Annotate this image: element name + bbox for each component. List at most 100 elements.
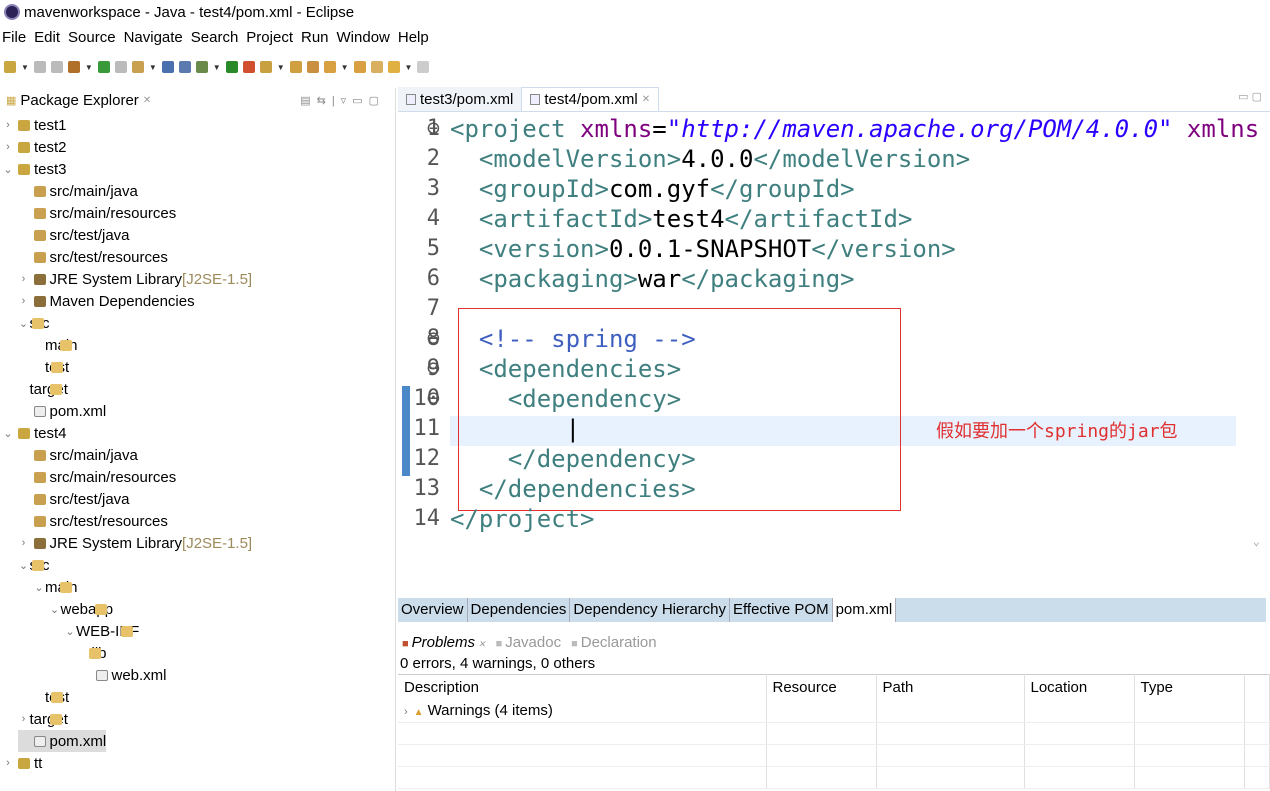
fold-icon[interactable]: ⊖	[427, 384, 440, 414]
toolbar-button-icon[interactable]	[417, 61, 430, 73]
collapse-arrow-icon[interactable]: ⌄	[2, 163, 14, 176]
toolbar-button-icon[interactable]	[195, 61, 208, 73]
fold-icon[interactable]: ⊖	[427, 114, 440, 144]
dropdown-arrow-icon[interactable]: ▼	[149, 63, 157, 72]
dropdown-arrow-icon[interactable]: ▼	[277, 63, 285, 72]
pom-tab[interactable]: pom.xml	[832, 598, 897, 622]
toolbar-button-icon[interactable]	[67, 61, 80, 73]
column-header[interactable]: Location	[1024, 674, 1135, 700]
tree-item[interactable]: › JRE System Library [J2SE-1.5]	[18, 532, 252, 554]
tree-item[interactable]: pom.xml	[17, 730, 107, 752]
tree-item[interactable]: src/test/java	[18, 224, 130, 246]
expand-arrow-icon[interactable]: ›	[18, 537, 30, 549]
tree-item[interactable]: src/main/resources	[18, 202, 176, 224]
tree-item[interactable]: target	[18, 378, 68, 400]
pom-tab[interactable]: Overview	[398, 598, 468, 622]
toolbar-button-icon[interactable]	[387, 61, 400, 73]
expand-arrow-icon[interactable]: ›	[18, 273, 30, 285]
view-controls[interactable]: ▤⇆|▿▭▢	[300, 94, 385, 107]
tree-item[interactable]: main	[33, 334, 78, 356]
tree-item[interactable]: ⌄ WEB-INF	[64, 620, 139, 642]
menu-project[interactable]: Project	[246, 29, 293, 46]
toolbar-button-icon[interactable]	[50, 61, 63, 73]
tree-item[interactable]: › test1	[2, 114, 66, 136]
collapse-arrow-icon[interactable]: ⌄	[64, 625, 76, 638]
dropdown-arrow-icon[interactable]: ▼	[341, 63, 349, 72]
column-header[interactable]: Resource	[766, 674, 877, 700]
toolbar-button-icon[interactable]	[306, 61, 319, 73]
tree-item[interactable]: ⌄src	[18, 312, 50, 334]
tree-item[interactable]: web.xml	[80, 664, 167, 686]
toolbar-button-icon[interactable]	[4, 61, 16, 73]
tab-javadoc[interactable]: ■ Javadoc	[496, 634, 562, 651]
expand-arrow-icon[interactable]: ›	[2, 119, 14, 131]
tree-item[interactable]: pom.xml	[18, 400, 106, 422]
pom-tab[interactable]: Dependencies	[468, 598, 571, 622]
tree-item[interactable]: src/test/resources	[18, 246, 168, 268]
tree-item[interactable]: src/test/resources	[18, 510, 168, 532]
expand-arrow-icon[interactable]: ›	[2, 757, 14, 769]
toolbar-button-icon[interactable]	[370, 61, 383, 73]
collapse-arrow-icon[interactable]: ⌄	[2, 427, 14, 440]
toolbar-button-icon[interactable]	[353, 61, 366, 73]
close-icon[interactable]: ✕	[143, 95, 151, 106]
pom-tab[interactable]: Dependency Hierarchy	[570, 598, 730, 622]
tree-item[interactable]: › JRE System Library [J2SE-1.5]	[18, 268, 252, 290]
menu-window[interactable]: Window	[337, 29, 390, 46]
tree-item[interactable]: src/main/java	[18, 180, 138, 202]
menu-edit[interactable]: Edit	[34, 29, 60, 46]
pom-tab[interactable]: Effective POM	[730, 598, 833, 622]
expand-arrow-icon[interactable]: ›	[404, 706, 408, 718]
collapse-arrow-icon[interactable]: ⌄	[49, 603, 61, 616]
toolbar-button-icon[interactable]	[161, 61, 174, 73]
expand-arrow-icon[interactable]: ›	[2, 141, 14, 153]
tree-item[interactable]: ⌄ test3	[2, 158, 66, 180]
tree-item[interactable]: ⌄src	[18, 554, 50, 576]
view-title[interactable]: Package Explorer	[20, 92, 138, 109]
expand-arrow-icon[interactable]: ›	[18, 295, 30, 307]
toolbar-button-icon[interactable]	[97, 61, 110, 73]
dropdown-arrow-icon[interactable]: ▼	[85, 63, 93, 72]
collapse-arrow-icon[interactable]: ⌄	[33, 581, 45, 594]
tree-item[interactable]: › Maven Dependencies	[18, 290, 195, 312]
tree-item[interactable]: ⌄main	[33, 576, 77, 598]
editor-tab[interactable]: test4/pom.xml ✕	[521, 87, 660, 111]
close-icon[interactable]: ✕	[642, 94, 650, 105]
table-row[interactable]: › ▲ Warnings (4 items)	[398, 700, 1270, 723]
toolbar-button-icon[interactable]	[242, 61, 255, 73]
menu-navigate[interactable]: Navigate	[124, 29, 183, 46]
fold-icon[interactable]: ⊖	[427, 324, 440, 354]
menu-file[interactable]: File	[2, 29, 26, 46]
tree-item[interactable]: src/test/java	[18, 488, 130, 510]
tree-item[interactable]: lib	[80, 642, 107, 664]
collapse-arrow-icon[interactable]: ⌄	[18, 559, 30, 572]
menu-help[interactable]: Help	[398, 29, 429, 46]
column-header[interactable]: Description	[398, 674, 767, 700]
toolbar-button-icon[interactable]	[323, 61, 336, 73]
tree-item[interactable]: test	[33, 356, 69, 378]
dropdown-arrow-icon[interactable]: ▼	[213, 63, 221, 72]
editor-window-controls[interactable]: ▭ ▢	[1238, 90, 1262, 103]
menu-source[interactable]: Source	[68, 29, 116, 46]
tree-item[interactable]: ⌄ webapp	[49, 598, 113, 620]
menu-search[interactable]: Search	[191, 29, 239, 46]
dropdown-arrow-icon[interactable]: ▼	[405, 63, 413, 72]
tree-item[interactable]: src/main/resources	[18, 466, 176, 488]
tree-item[interactable]: › target	[18, 708, 68, 730]
column-header[interactable]: Path	[876, 674, 1025, 700]
tree-item[interactable]: › tt	[2, 752, 42, 774]
fold-icon[interactable]: ⊖	[427, 354, 440, 384]
editor-tab[interactable]: test3/pom.xml	[398, 87, 522, 111]
toolbar-button-icon[interactable]	[289, 61, 302, 73]
column-header[interactable]: Type	[1134, 674, 1245, 700]
tree-item[interactable]: › test2	[2, 136, 66, 158]
dropdown-arrow-icon[interactable]: ▼	[21, 63, 29, 72]
close-icon[interactable]: ✕	[478, 639, 486, 649]
menu-run[interactable]: Run	[301, 29, 329, 46]
collapse-arrow-icon[interactable]: ⌄	[18, 317, 30, 330]
toolbar-button-icon[interactable]	[114, 61, 127, 73]
scroll-down-icon[interactable]: ⌄	[1253, 534, 1260, 548]
tree-item[interactable]: test	[33, 686, 69, 708]
toolbar-button-icon[interactable]	[33, 61, 46, 73]
tree-item[interactable]: src/main/java	[18, 444, 138, 466]
